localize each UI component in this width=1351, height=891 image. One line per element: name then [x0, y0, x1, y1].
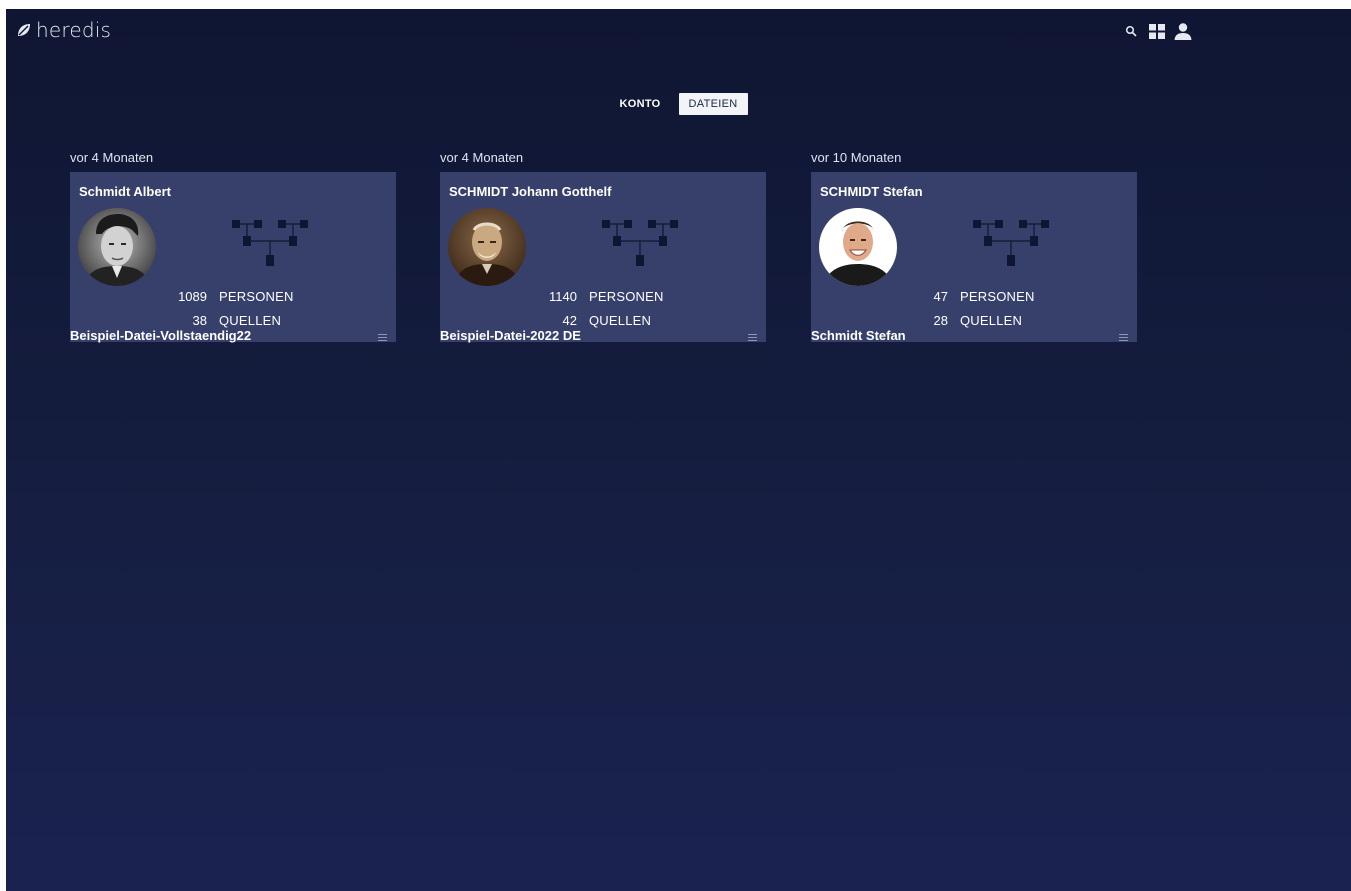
- file-card[interactable]: Schmidt Albert 1089 PERSONEN 38 QUELLEN: [70, 172, 396, 342]
- grid-view-button[interactable]: [1147, 22, 1167, 40]
- view-tabs: KONTO DATEIEN: [6, 93, 1351, 115]
- root-person-name: SCHMIDT Stefan: [820, 184, 923, 199]
- sources-count: 28 QUELLEN: [933, 313, 1023, 328]
- root-person-name: Schmidt Albert: [79, 184, 171, 199]
- portrait-image: [78, 208, 156, 286]
- logo-text: heredis: [36, 18, 112, 42]
- file-tile: vor 4 Monaten SCHMIDT Johann Gotthelf 11…: [440, 150, 766, 344]
- family-tree-icon: [232, 220, 308, 266]
- user-icon: [1174, 22, 1192, 40]
- search-button[interactable]: [1121, 22, 1141, 40]
- file-menu-button[interactable]: [376, 330, 390, 344]
- last-modified: vor 10 Monaten: [811, 150, 902, 165]
- file-name: Beispiel-Datei-2022 DE: [440, 328, 581, 343]
- app-window: heredis KONTO DATEIEN vor 4 Monaten Schm…: [6, 9, 1351, 891]
- file-menu-button[interactable]: [1117, 330, 1131, 344]
- file-card[interactable]: SCHMIDT Stefan 47 PERSONEN 28 QUELLEN: [811, 172, 1137, 342]
- file-name: Schmidt Stefan: [811, 328, 906, 343]
- leaf-icon: [18, 24, 30, 36]
- file-menu-button[interactable]: [746, 330, 760, 344]
- person-avatar: [78, 208, 156, 286]
- sources-count: 42 QUELLEN: [562, 313, 652, 328]
- last-modified: vor 4 Monaten: [440, 150, 524, 165]
- file-name: Beispiel-Datei-Vollstaendig22: [70, 328, 252, 343]
- account-button[interactable]: [1173, 22, 1193, 40]
- persons-count: 47 PERSONEN: [933, 289, 1035, 304]
- persons-count: 1140 PERSONEN: [549, 289, 664, 304]
- file-tile: vor 10 Monaten SCHMIDT Stefan 47 PERSONE…: [811, 150, 1137, 344]
- tab-dateien[interactable]: DATEIEN: [678, 93, 748, 115]
- tab-konto[interactable]: KONTO: [610, 93, 671, 115]
- root-person-name: SCHMIDT Johann Gotthelf: [449, 184, 612, 199]
- person-avatar: [448, 208, 526, 286]
- family-tree-icon: [602, 220, 678, 266]
- search-icon: [1125, 25, 1137, 37]
- portrait-image: [448, 208, 526, 286]
- file-tile: vor 4 Monaten Schmidt Albert 1089 PERSON…: [70, 150, 396, 344]
- persons-count: 1089 PERSONEN: [178, 289, 294, 304]
- person-avatar: [819, 208, 897, 286]
- grid-icon: [1149, 23, 1165, 39]
- sources-count: 38 QUELLEN: [192, 313, 282, 328]
- file-card[interactable]: SCHMIDT Johann Gotthelf 1140 PERSONEN 42…: [440, 172, 766, 342]
- family-tree-icon: [973, 220, 1049, 266]
- portrait-image: [819, 208, 897, 286]
- last-modified: vor 4 Monaten: [70, 150, 154, 165]
- heredis-logo[interactable]: heredis: [16, 17, 111, 43]
- header-tools: [1121, 22, 1193, 40]
